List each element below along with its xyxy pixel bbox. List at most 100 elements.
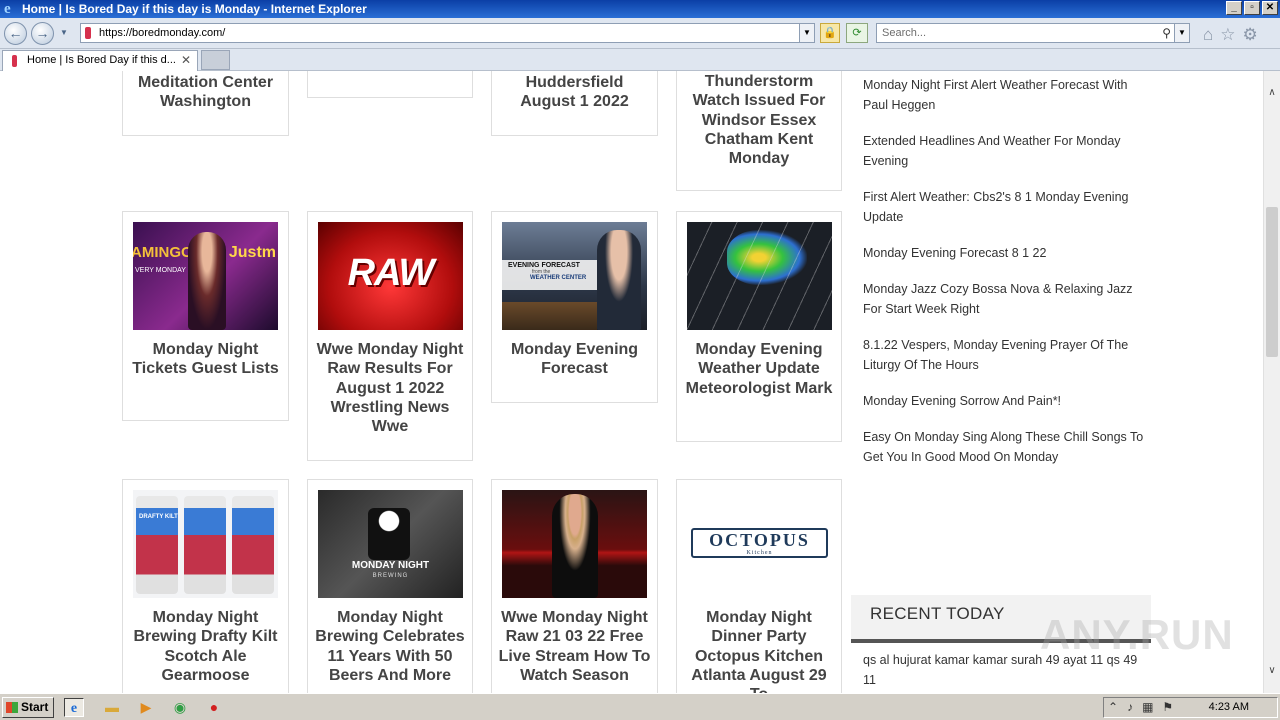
tray-expand-icon[interactable]: ⌃ xyxy=(1108,698,1118,717)
article-card[interactable]: AMINGO Justm VERY MONDAY Monday Night Ti… xyxy=(122,211,289,421)
county-lines xyxy=(687,222,832,330)
tray-icons: ⌃ ♪ ▦ ⚑ xyxy=(1108,698,1173,717)
minimize-button[interactable]: _ xyxy=(1226,1,1242,15)
taskbar: Start e ▬ ▶ ◉ ● ⌃ ♪ ▦ ⚑ 4:23 AM xyxy=(0,693,1280,720)
article-title[interactable]: Monday Night Tickets Guest Lists xyxy=(129,340,282,379)
sidebar-link[interactable]: Monday Evening Forecast 8 1 22 xyxy=(863,243,1153,263)
article-title[interactable]: Meditation Center Washington xyxy=(129,73,282,112)
article-card[interactable]: Monday Evening Weather Update Meteorolog… xyxy=(676,211,842,442)
window-controls: _ ▫ ✕ xyxy=(1226,1,1278,15)
scroll-up-icon[interactable]: ∧ xyxy=(1264,85,1280,101)
sidebar-link[interactable]: Monday Jazz Cozy Bossa Nova & Relaxing J… xyxy=(863,279,1153,319)
article-thumbnail[interactable] xyxy=(687,222,832,330)
close-button[interactable]: ✕ xyxy=(1262,1,1278,15)
article-title[interactable]: Huddersfield August 1 2022 xyxy=(498,73,651,112)
sidebar-link[interactable]: First Alert Weather: Cbs2's 8 1 Monday E… xyxy=(863,187,1153,227)
history-dropdown-icon[interactable]: ▼ xyxy=(60,28,68,37)
thumb-text: MONDAY NIGHT xyxy=(351,560,430,571)
search-icon[interactable]: ⚲ xyxy=(1162,24,1171,42)
sidebar-link[interactable]: 8.1.22 Vespers, Monday Evening Prayer Of… xyxy=(863,335,1153,375)
home-icon[interactable]: ⌂ xyxy=(1203,25,1213,45)
system-tray: ⌃ ♪ ▦ ⚑ 4:23 AM xyxy=(1103,697,1278,718)
back-arrow-icon: ← xyxy=(8,25,23,41)
article-title[interactable]: Monday Night Brewing Drafty Kilt Scotch … xyxy=(129,608,282,685)
city-lights xyxy=(502,302,597,330)
person-figure xyxy=(188,232,226,330)
address-bar[interactable]: https://boredmonday.com/ ▼ xyxy=(80,23,815,43)
thumb-text: EVENING FORECAST xyxy=(508,262,580,269)
article-title[interactable]: Thunderstorm Watch Issued For Windsor Es… xyxy=(683,72,835,168)
article-card[interactable]: Huddersfield August 1 2022 xyxy=(491,71,658,136)
thumb-text: Kitchen xyxy=(746,550,773,556)
person-figure xyxy=(597,230,641,330)
thumb-text: BREWING xyxy=(372,573,409,579)
new-tab-button[interactable] xyxy=(201,50,230,70)
article-card[interactable]: Wwe Monday Night Raw 21 03 22 Free Live … xyxy=(491,479,658,693)
tab-label: Home | Is Bored Day if this d... xyxy=(27,54,176,66)
lock-icon[interactable]: 🔒 xyxy=(820,23,840,43)
sidebar-link[interactable]: Easy On Monday Sing Along These Chill So… xyxy=(863,427,1153,467)
article-title[interactable]: Monday Night Brewing Celebrates 11 Years… xyxy=(314,608,466,685)
forward-arrow-icon: → xyxy=(35,25,50,41)
scrollbar-thumb[interactable] xyxy=(1266,207,1278,357)
tab-close-icon[interactable]: ✕ xyxy=(181,51,191,70)
maximize-button[interactable]: ▫ xyxy=(1244,1,1260,15)
sidebar-link[interactable]: Monday Night First Alert Weather Forecas… xyxy=(863,75,1153,115)
article-title[interactable]: Wwe Monday Night Raw Results For August … xyxy=(314,340,466,436)
search-input[interactable]: Search... ⚲ ▼ xyxy=(876,23,1190,43)
start-label: Start xyxy=(21,700,49,714)
article-card[interactable]: RAW Wwe Monday Night Raw Results For Aug… xyxy=(307,211,473,461)
tab-favicon-icon xyxy=(12,55,17,67)
windows-flag-icon xyxy=(6,702,18,713)
folder-icon[interactable]: ▬ xyxy=(102,698,122,717)
beer-can xyxy=(136,496,178,594)
favorites-star-icon[interactable]: ☆ xyxy=(1220,25,1235,45)
article-title[interactable]: Monday Night Dinner Party Octopus Kitche… xyxy=(683,608,835,693)
article-card[interactable]: Meditation Center Washington xyxy=(122,71,289,136)
recent-today-title: RECENT TODAY xyxy=(870,604,1005,623)
thumb-text: RAW xyxy=(347,252,435,294)
article-thumbnail[interactable]: EVENING FORECAST from the WEATHER CENTER xyxy=(502,222,647,330)
refresh-button[interactable]: ⟳ xyxy=(846,23,868,43)
back-button[interactable]: ← xyxy=(4,22,27,45)
forward-button[interactable]: → xyxy=(31,22,54,45)
search-dropdown-icon[interactable]: ▼ xyxy=(1174,24,1189,42)
article-title[interactable]: Monday Evening Weather Update Meteorolog… xyxy=(683,340,835,398)
volume-icon[interactable]: ♪ xyxy=(1127,698,1133,717)
tab-home[interactable]: Home | Is Bored Day if this d... ✕ xyxy=(2,50,198,71)
ie-logo-icon: e xyxy=(4,1,11,17)
article-thumbnail[interactable]: MONDAY NIGHT BREWING xyxy=(318,490,463,598)
navigation-bar: ← → ▼ https://boredmonday.com/ ▼ 🔒 ⟳ Sea… xyxy=(0,18,1280,49)
article-title[interactable]: Monday Evening Forecast xyxy=(498,340,651,379)
start-button[interactable]: Start xyxy=(2,697,54,718)
action-center-flag-icon[interactable]: ⚑ xyxy=(1162,698,1173,717)
article-thumbnail[interactable]: AMINGO Justm VERY MONDAY xyxy=(133,222,278,330)
beer-can xyxy=(184,496,226,594)
article-thumbnail[interactable]: OCTOPUS Kitchen xyxy=(687,490,832,598)
article-card[interactable] xyxy=(307,71,473,98)
article-card[interactable]: Thunderstorm Watch Issued For Windsor Es… xyxy=(676,71,842,191)
article-card[interactable]: MONDAY NIGHT BREWING Monday Night Brewin… xyxy=(307,479,473,693)
window-titlebar: e Home | Is Bored Day if this day is Mon… xyxy=(0,0,1280,18)
article-title[interactable]: Wwe Monday Night Raw 21 03 22 Free Live … xyxy=(498,608,651,685)
article-thumbnail[interactable]: RAW xyxy=(318,222,463,330)
chrome-icon[interactable]: ◉ xyxy=(170,698,190,717)
sidebar-link[interactable]: Monday Evening Sorrow And Pain*! xyxy=(863,391,1153,411)
network-icon[interactable]: ▦ xyxy=(1142,698,1153,717)
sidebar-link[interactable]: Extended Headlines And Weather For Monda… xyxy=(863,131,1153,171)
media-player-icon[interactable]: ▶ xyxy=(136,698,156,717)
thumb-text: OCTOPUS xyxy=(709,530,810,550)
stop-icon[interactable]: ● xyxy=(204,698,224,717)
article-thumbnail[interactable]: DRAFTY KILT xyxy=(133,490,278,598)
tab-bar: Home | Is Bored Day if this d... ✕ xyxy=(0,49,1280,71)
ie-icon[interactable]: e xyxy=(64,698,84,717)
article-thumbnail[interactable] xyxy=(502,490,647,598)
settings-gear-icon[interactable]: ⚙ xyxy=(1243,25,1258,45)
article-card[interactable]: DRAFTY KILT Monday Night Brewing Drafty … xyxy=(122,479,289,693)
scroll-down-icon[interactable]: ∨ xyxy=(1264,663,1280,679)
clock[interactable]: 4:23 AM xyxy=(1209,698,1249,717)
address-dropdown-icon[interactable]: ▼ xyxy=(799,24,814,42)
article-card[interactable]: EVENING FORECAST from the WEATHER CENTER… xyxy=(491,211,658,403)
article-card[interactable]: OCTOPUS Kitchen Monday Night Dinner Part… xyxy=(676,479,842,693)
vertical-scrollbar[interactable]: ∧ ∨ xyxy=(1263,71,1280,693)
